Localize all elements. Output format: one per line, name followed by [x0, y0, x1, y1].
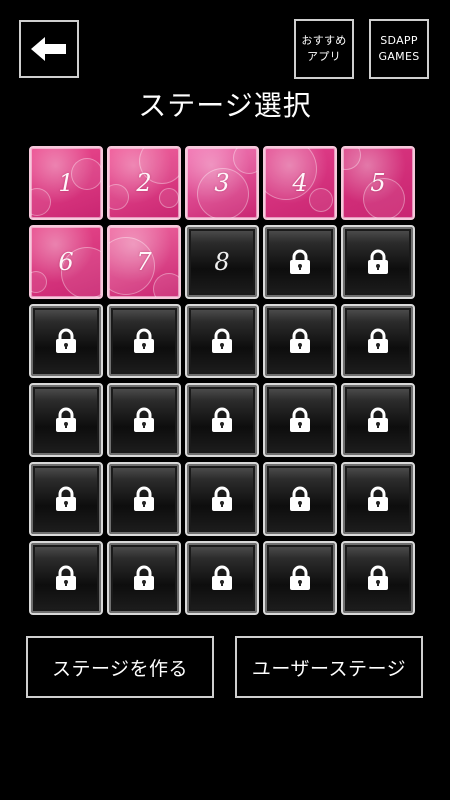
lock-icon [290, 328, 310, 353]
user-stage-button[interactable]: ユーザーステージ [235, 636, 423, 698]
lock-icon [212, 565, 232, 590]
stage-number: 1 [58, 169, 74, 197]
lock-icon [368, 565, 388, 590]
stage-tile-locked[interactable] [107, 383, 181, 457]
lock-icon [368, 249, 388, 274]
lock-icon [134, 328, 154, 353]
lock-icon [134, 565, 154, 590]
stage-tile-locked[interactable] [29, 304, 103, 378]
stage-tile-locked[interactable] [341, 304, 415, 378]
stage-tile-locked[interactable] [263, 462, 337, 536]
bubble-decoration [343, 148, 361, 170]
sdapp-games-label-line1: SDAPP [380, 34, 418, 47]
lock-icon [56, 565, 76, 590]
lock-icon [212, 486, 232, 511]
bubble-decoration [71, 158, 101, 190]
user-stage-label: ユーザーステージ [251, 657, 407, 680]
stage-tile-locked[interactable] [341, 462, 415, 536]
stage-tile-locked[interactable] [263, 304, 337, 378]
stage-number: 8 [214, 248, 230, 276]
lock-icon [134, 486, 154, 511]
page-title: ステージ選択 [138, 89, 312, 122]
stage-tile-locked[interactable] [107, 541, 181, 615]
lock-icon [290, 249, 310, 274]
stage-tile-locked[interactable] [263, 541, 337, 615]
recommended-apps-label-line1: おすすめ [301, 34, 347, 47]
stage-number: 7 [136, 248, 152, 276]
stage-tile[interactable]: 5 [341, 146, 415, 220]
stage-tile-locked[interactable] [107, 304, 181, 378]
lock-icon [368, 486, 388, 511]
bubble-decoration [159, 188, 179, 208]
lock-icon [56, 407, 76, 432]
stage-tile-locked[interactable] [29, 462, 103, 536]
stage-tile[interactable]: 8 [185, 225, 259, 299]
stage-tile-locked[interactable] [185, 304, 259, 378]
bubble-decoration [109, 184, 129, 210]
stage-tile-locked[interactable] [29, 383, 103, 457]
stage-tile[interactable]: 6 [29, 225, 103, 299]
stage-tile-locked[interactable] [341, 225, 415, 299]
bubble-decoration [265, 148, 317, 200]
sdapp-games-label-line2: GAMES [378, 50, 420, 63]
recommended-apps-label-line2: アプリ [307, 50, 341, 63]
stage-tile-locked[interactable] [107, 462, 181, 536]
create-stage-button[interactable]: ステージを作る [26, 636, 214, 698]
bubble-decoration [31, 188, 51, 216]
stage-number: 6 [58, 248, 74, 276]
recommended-apps-button[interactable]: おすすめ アプリ [294, 19, 354, 79]
lock-icon [56, 328, 76, 353]
stage-tile-locked[interactable] [185, 383, 259, 457]
lock-icon [290, 407, 310, 432]
stage-tile[interactable]: 7 [107, 225, 181, 299]
stage-tile-locked[interactable] [263, 383, 337, 457]
lock-icon [212, 328, 232, 353]
stage-number: 2 [136, 169, 152, 197]
stage-tile[interactable]: 4 [263, 146, 337, 220]
lock-icon [368, 328, 388, 353]
back-button[interactable] [19, 20, 79, 78]
stage-number: 3 [214, 169, 230, 197]
stage-grid: 1 2 3 4 5 6 7 8 [29, 146, 415, 615]
lock-icon [290, 565, 310, 590]
stage-tile-locked[interactable] [185, 541, 259, 615]
stage-tile-locked[interactable] [341, 383, 415, 457]
create-stage-label: ステージを作る [51, 657, 189, 680]
stage-tile-locked[interactable] [29, 541, 103, 615]
arrow-left-icon [31, 37, 66, 61]
lock-icon [56, 486, 76, 511]
stage-tile-locked[interactable] [341, 541, 415, 615]
stage-tile[interactable]: 1 [29, 146, 103, 220]
stage-tile-locked[interactable] [263, 225, 337, 299]
lock-icon [290, 486, 310, 511]
stage-number: 5 [370, 169, 386, 197]
lock-icon [368, 407, 388, 432]
stage-tile[interactable]: 3 [185, 146, 259, 220]
lock-icon [134, 407, 154, 432]
bubble-decoration [233, 148, 257, 174]
bubble-decoration [153, 273, 179, 297]
stage-tile-locked[interactable] [185, 462, 259, 536]
lock-icon [212, 407, 232, 432]
stage-number: 4 [292, 169, 308, 197]
stage-tile[interactable]: 2 [107, 146, 181, 220]
sdapp-games-button[interactable]: SDAPP GAMES [369, 19, 429, 79]
bubble-decoration [309, 188, 333, 212]
bubble-decoration [31, 271, 47, 293]
